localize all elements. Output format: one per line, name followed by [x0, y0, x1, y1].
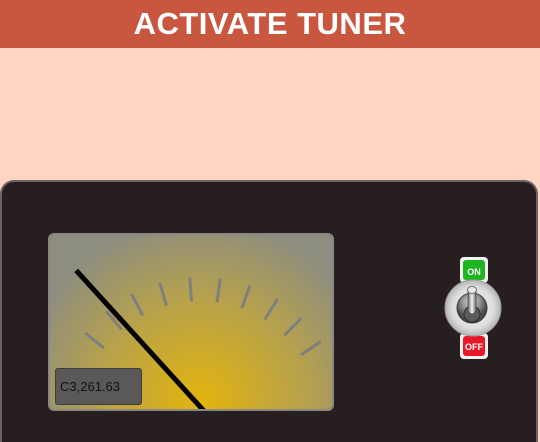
switch-lever-tip[interactable] — [467, 286, 477, 294]
off-label: OFF — [465, 342, 483, 352]
header-bar: ACTIVATE TUNER — [0, 0, 540, 48]
frequency-readout: C3,261.63 — [55, 368, 142, 405]
power-toggle-switch[interactable]: ON OFF — [444, 256, 502, 360]
on-label: ON — [467, 267, 481, 277]
meter-scale-tick — [188, 277, 193, 302]
page-title: ACTIVATE TUNER — [133, 6, 407, 41]
